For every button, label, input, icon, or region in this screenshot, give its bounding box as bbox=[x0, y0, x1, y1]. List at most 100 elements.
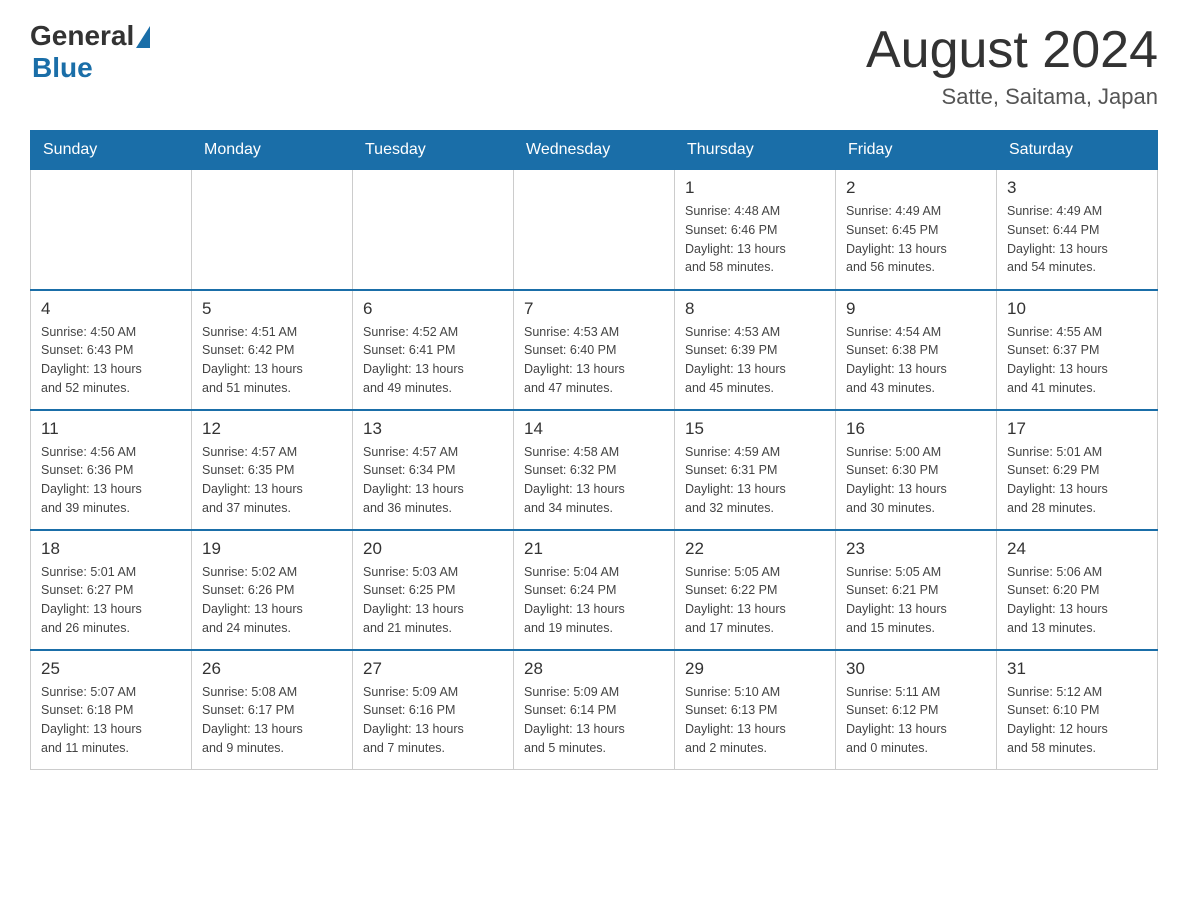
calendar-cell: 15 Sunrise: 4:59 AMSunset: 6:31 PMDayligh… bbox=[675, 410, 836, 530]
day-number: 8 bbox=[685, 299, 825, 319]
day-info: Sunrise: 4:55 AMSunset: 6:37 PMDaylight:… bbox=[1007, 323, 1147, 398]
calendar-cell: 1 Sunrise: 4:48 AMSunset: 6:46 PMDaylight… bbox=[675, 170, 836, 290]
day-info: Sunrise: 4:59 AMSunset: 6:31 PMDaylight:… bbox=[685, 443, 825, 518]
calendar-cell: 30 Sunrise: 5:11 AMSunset: 6:12 PMDayligh… bbox=[836, 650, 997, 770]
day-number: 7 bbox=[524, 299, 664, 319]
day-info: Sunrise: 5:00 AMSunset: 6:30 PMDaylight:… bbox=[846, 443, 986, 518]
day-number: 27 bbox=[363, 659, 503, 679]
day-info: Sunrise: 4:51 AMSunset: 6:42 PMDaylight:… bbox=[202, 323, 342, 398]
calendar-cell: 29Sunrise: 5:10 AMSunset: 6:13 PMDayligh… bbox=[675, 650, 836, 770]
day-info: Sunrise: 5:09 AMSunset: 6:16 PMDaylight:… bbox=[363, 683, 503, 758]
calendar-week-3: 11 Sunrise: 4:56 AMSunset: 6:36 PMDayligh… bbox=[31, 410, 1158, 530]
calendar-cell: 14 Sunrise: 4:58 AMSunset: 6:32 PMDayligh… bbox=[514, 410, 675, 530]
calendar-cell: 24Sunrise: 5:06 AMSunset: 6:20 PMDayligh… bbox=[997, 530, 1158, 650]
calendar-cell: 25 Sunrise: 5:07 AMSunset: 6:18 PMDayligh… bbox=[31, 650, 192, 770]
day-info: Sunrise: 5:01 AMSunset: 6:29 PMDaylight:… bbox=[1007, 443, 1147, 518]
day-number: 4 bbox=[41, 299, 181, 319]
calendar-cell: 3Sunrise: 4:49 AMSunset: 6:44 PMDaylight… bbox=[997, 170, 1158, 290]
calendar-cell: 16 Sunrise: 5:00 AMSunset: 6:30 PMDayligh… bbox=[836, 410, 997, 530]
location-title: Satte, Saitama, Japan bbox=[866, 84, 1158, 110]
calendar-cell bbox=[514, 170, 675, 290]
day-info: Sunrise: 4:50 AMSunset: 6:43 PMDaylight:… bbox=[41, 323, 181, 398]
calendar-cell: 20Sunrise: 5:03 AMSunset: 6:25 PMDayligh… bbox=[353, 530, 514, 650]
day-info: Sunrise: 4:49 AMSunset: 6:45 PMDaylight:… bbox=[846, 202, 986, 277]
calendar-week-5: 25 Sunrise: 5:07 AMSunset: 6:18 PMDayligh… bbox=[31, 650, 1158, 770]
calendar-week-2: 4 Sunrise: 4:50 AMSunset: 6:43 PMDaylight… bbox=[31, 290, 1158, 410]
day-info: Sunrise: 4:56 AMSunset: 6:36 PMDaylight:… bbox=[41, 443, 181, 518]
day-info: Sunrise: 5:02 AMSunset: 6:26 PMDaylight:… bbox=[202, 563, 342, 638]
day-number: 13 bbox=[363, 419, 503, 439]
day-number: 6 bbox=[363, 299, 503, 319]
calendar-cell: 10 Sunrise: 4:55 AMSunset: 6:37 PMDayligh… bbox=[997, 290, 1158, 410]
day-number: 29 bbox=[685, 659, 825, 679]
calendar-cell: 23 Sunrise: 5:05 AMSunset: 6:21 PMDayligh… bbox=[836, 530, 997, 650]
calendar-cell: 4 Sunrise: 4:50 AMSunset: 6:43 PMDaylight… bbox=[31, 290, 192, 410]
day-info: Sunrise: 5:11 AMSunset: 6:12 PMDaylight:… bbox=[846, 683, 986, 758]
day-info: Sunrise: 5:01 AMSunset: 6:27 PMDaylight:… bbox=[41, 563, 181, 638]
calendar-cell: 28Sunrise: 5:09 AMSunset: 6:14 PMDayligh… bbox=[514, 650, 675, 770]
day-info: Sunrise: 4:54 AMSunset: 6:38 PMDaylight:… bbox=[846, 323, 986, 398]
calendar-cell: 2 Sunrise: 4:49 AMSunset: 6:45 PMDaylight… bbox=[836, 170, 997, 290]
day-number: 5 bbox=[202, 299, 342, 319]
day-info: Sunrise: 5:12 AMSunset: 6:10 PMDaylight:… bbox=[1007, 683, 1147, 758]
day-info: Sunrise: 5:08 AMSunset: 6:17 PMDaylight:… bbox=[202, 683, 342, 758]
day-number: 11 bbox=[41, 419, 181, 439]
calendar-table: Sunday Monday Tuesday Wednesday Thursday… bbox=[30, 130, 1158, 770]
header-thursday: Thursday bbox=[675, 131, 836, 170]
page-header: General Blue August 2024 Satte, Saitama,… bbox=[30, 20, 1158, 110]
day-number: 1 bbox=[685, 178, 825, 198]
calendar-cell: 18 Sunrise: 5:01 AMSunset: 6:27 PMDayligh… bbox=[31, 530, 192, 650]
day-info: Sunrise: 5:05 AMSunset: 6:22 PMDaylight:… bbox=[685, 563, 825, 638]
day-number: 19 bbox=[202, 539, 342, 559]
day-number: 17 bbox=[1007, 419, 1147, 439]
logo: General Blue bbox=[30, 20, 150, 84]
day-number: 15 bbox=[685, 419, 825, 439]
day-info: Sunrise: 4:57 AMSunset: 6:35 PMDaylight:… bbox=[202, 443, 342, 518]
day-info: Sunrise: 4:49 AMSunset: 6:44 PMDaylight:… bbox=[1007, 202, 1147, 277]
day-info: Sunrise: 5:09 AMSunset: 6:14 PMDaylight:… bbox=[524, 683, 664, 758]
day-number: 21 bbox=[524, 539, 664, 559]
day-info: Sunrise: 4:53 AMSunset: 6:40 PMDaylight:… bbox=[524, 323, 664, 398]
calendar-cell: 5 Sunrise: 4:51 AMSunset: 6:42 PMDaylight… bbox=[192, 290, 353, 410]
month-title: August 2024 bbox=[866, 20, 1158, 80]
logo-blue-text: Blue bbox=[32, 52, 150, 84]
title-area: August 2024 Satte, Saitama, Japan bbox=[866, 20, 1158, 110]
day-number: 16 bbox=[846, 419, 986, 439]
calendar-week-1: 1 Sunrise: 4:48 AMSunset: 6:46 PMDaylight… bbox=[31, 170, 1158, 290]
day-info: Sunrise: 5:07 AMSunset: 6:18 PMDaylight:… bbox=[41, 683, 181, 758]
day-info: Sunrise: 4:53 AMSunset: 6:39 PMDaylight:… bbox=[685, 323, 825, 398]
logo-general-text: General bbox=[30, 20, 134, 52]
day-number: 2 bbox=[846, 178, 986, 198]
day-info: Sunrise: 5:06 AMSunset: 6:20 PMDaylight:… bbox=[1007, 563, 1147, 638]
calendar-cell: 19 Sunrise: 5:02 AMSunset: 6:26 PMDayligh… bbox=[192, 530, 353, 650]
weekday-header-row: Sunday Monday Tuesday Wednesday Thursday… bbox=[31, 131, 1158, 170]
calendar-cell: 7 Sunrise: 4:53 AMSunset: 6:40 PMDaylight… bbox=[514, 290, 675, 410]
day-number: 25 bbox=[41, 659, 181, 679]
calendar-cell: 12Sunrise: 4:57 AMSunset: 6:35 PMDayligh… bbox=[192, 410, 353, 530]
header-friday: Friday bbox=[836, 131, 997, 170]
day-info: Sunrise: 5:04 AMSunset: 6:24 PMDaylight:… bbox=[524, 563, 664, 638]
calendar-week-4: 18 Sunrise: 5:01 AMSunset: 6:27 PMDayligh… bbox=[31, 530, 1158, 650]
day-info: Sunrise: 4:52 AMSunset: 6:41 PMDaylight:… bbox=[363, 323, 503, 398]
day-info: Sunrise: 5:05 AMSunset: 6:21 PMDaylight:… bbox=[846, 563, 986, 638]
day-number: 18 bbox=[41, 539, 181, 559]
header-monday: Monday bbox=[192, 131, 353, 170]
day-number: 31 bbox=[1007, 659, 1147, 679]
day-number: 30 bbox=[846, 659, 986, 679]
header-saturday: Saturday bbox=[997, 131, 1158, 170]
day-number: 14 bbox=[524, 419, 664, 439]
day-info: Sunrise: 4:48 AMSunset: 6:46 PMDaylight:… bbox=[685, 202, 825, 277]
day-number: 23 bbox=[846, 539, 986, 559]
calendar-cell: 26 Sunrise: 5:08 AMSunset: 6:17 PMDayligh… bbox=[192, 650, 353, 770]
day-number: 26 bbox=[202, 659, 342, 679]
day-number: 20 bbox=[363, 539, 503, 559]
day-number: 10 bbox=[1007, 299, 1147, 319]
day-info: Sunrise: 4:58 AMSunset: 6:32 PMDaylight:… bbox=[524, 443, 664, 518]
calendar-cell: 17 Sunrise: 5:01 AMSunset: 6:29 PMDayligh… bbox=[997, 410, 1158, 530]
calendar-cell: 21 Sunrise: 5:04 AMSunset: 6:24 PMDayligh… bbox=[514, 530, 675, 650]
calendar-cell: 6 Sunrise: 4:52 AMSunset: 6:41 PMDaylight… bbox=[353, 290, 514, 410]
header-wednesday: Wednesday bbox=[514, 131, 675, 170]
calendar-cell: 27 Sunrise: 5:09 AMSunset: 6:16 PMDayligh… bbox=[353, 650, 514, 770]
header-tuesday: Tuesday bbox=[353, 131, 514, 170]
day-number: 22 bbox=[685, 539, 825, 559]
